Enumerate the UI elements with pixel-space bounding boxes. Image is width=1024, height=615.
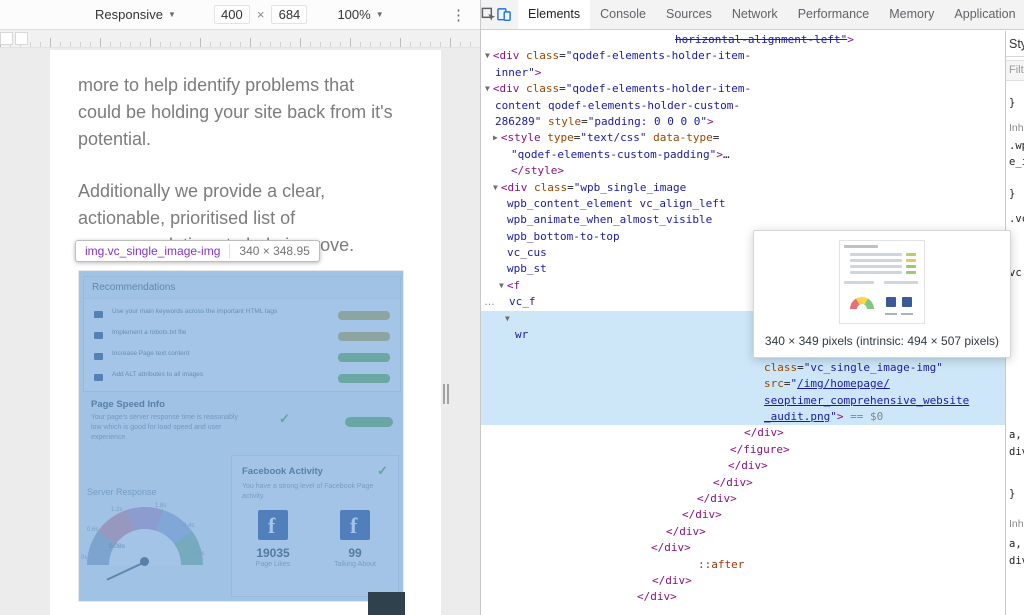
zoom-select[interactable]: 100% ▼ bbox=[337, 7, 383, 22]
elements-tree-line[interactable]: </div> bbox=[481, 589, 1005, 605]
elements-tree-line[interactable]: </div> bbox=[481, 507, 1005, 523]
image-preview-popup: 340 × 349 pixels (intrinsic: 494 × 507 p… bbox=[753, 230, 1011, 358]
elements-tree-line[interactable]: </div> bbox=[481, 425, 1005, 441]
horizontal-ruler bbox=[0, 30, 480, 48]
page-dark-block bbox=[368, 592, 405, 615]
inspect-element-icon[interactable] bbox=[481, 0, 496, 29]
styles-rule-fragment: .vc bbox=[1009, 213, 1024, 225]
styles-rule-fragment: a, bbox=[1009, 429, 1022, 441]
elements-tree-line[interactable]: </div> bbox=[481, 458, 1005, 474]
devtools-panel: ElementsConsoleSourcesNetworkPerformance… bbox=[480, 0, 1024, 615]
viewport-height-input[interactable]: 684 bbox=[271, 5, 307, 24]
elements-tree-line[interactable]: </div> bbox=[481, 540, 1005, 556]
ruler-corner bbox=[15, 32, 28, 45]
elements-tree-line[interactable]: content qodef-elements-holder-custom- bbox=[481, 98, 1005, 114]
elements-tree-line[interactable]: "qodef-elements-custom-padding">… bbox=[481, 147, 1005, 163]
elements-tree-line[interactable]: class="vc_single_image-img" bbox=[481, 360, 1005, 376]
styles-rule-fragment: } bbox=[1009, 188, 1015, 200]
styles-rule-fragment: a, bbox=[1009, 538, 1022, 550]
viewport-width-input[interactable]: 400 bbox=[214, 5, 250, 24]
elements-tree-line[interactable]: </div> bbox=[481, 524, 1005, 540]
devtools-tab-bar: ElementsConsoleSourcesNetworkPerformance… bbox=[481, 0, 1024, 30]
elements-tree-line[interactable]: </div> bbox=[481, 491, 1005, 507]
devtools-tab-elements[interactable]: Elements bbox=[518, 0, 590, 29]
ruler-corner bbox=[0, 32, 13, 45]
styles-rule-fragment: div bbox=[1009, 446, 1024, 458]
elements-tree-line[interactable]: wpb_content_element vc_align_left bbox=[481, 196, 1005, 212]
elements-tree-line[interactable]: _audit.png"> == $0 bbox=[481, 409, 1005, 425]
elements-tree-line[interactable]: </div> bbox=[481, 573, 1005, 589]
elements-tree-line[interactable]: ▶<style type="text/css" data-type= bbox=[481, 130, 1005, 146]
viewport-dimensions: 400 × 684 bbox=[214, 5, 308, 24]
image-preview-caption: 340 × 349 pixels (intrinsic: 494 × 507 p… bbox=[754, 334, 1010, 348]
device-toolbar-icon[interactable] bbox=[496, 0, 512, 29]
elements-tree-line[interactable]: </figure> bbox=[481, 442, 1005, 458]
elements-tree-line[interactable]: </style> bbox=[481, 163, 1005, 179]
element-highlight-overlay bbox=[79, 271, 403, 601]
devtools-tab-memory[interactable]: Memory bbox=[879, 0, 944, 29]
device-mode-pane: Responsive ▼ 400 × 684 100% ▼ ⋮ more to … bbox=[0, 0, 480, 615]
dimension-separator: × bbox=[257, 7, 265, 22]
elements-tree-line[interactable]: ▼<div class="wpb_single_image bbox=[481, 180, 1005, 196]
facebook-logo-icon bbox=[902, 297, 912, 307]
elements-tree-line[interactable]: 286289" style="padding: 0 0 0 0"> bbox=[481, 114, 1005, 130]
device-type-label: Responsive bbox=[95, 7, 163, 22]
styles-filter-input[interactable]: Filt bbox=[1006, 60, 1024, 81]
elements-tree-line[interactable]: ::after bbox=[481, 557, 1005, 573]
inspected-image[interactable]: Recommendations Use your main keywords a… bbox=[78, 270, 404, 602]
elements-tree-line[interactable]: inner"> bbox=[481, 65, 1005, 81]
image-preview-thumbnail bbox=[839, 240, 925, 324]
devtools-tab-application[interactable]: Application bbox=[944, 0, 1024, 29]
elements-tree-line[interactable]: ▼<div class="qodef-elements-holder-item- bbox=[481, 48, 1005, 64]
chevron-down-icon: ▼ bbox=[376, 10, 384, 19]
facebook-logo-icon bbox=[886, 297, 896, 307]
styles-rule-fragment: e_i bbox=[1009, 156, 1024, 168]
selected-node-gutter-dots[interactable]: … bbox=[484, 296, 495, 308]
device-toolbar: Responsive ▼ 400 × 684 100% ▼ ⋮ bbox=[0, 0, 480, 30]
elements-tree-line[interactable]: src="/img/homepage/ bbox=[481, 376, 1005, 392]
chevron-down-icon: ▼ bbox=[168, 10, 176, 19]
mini-gauge bbox=[850, 297, 874, 309]
styles-rule-fragment: } bbox=[1009, 488, 1015, 500]
devtools-tabs: ElementsConsoleSourcesNetworkPerformance… bbox=[518, 0, 1024, 29]
styles-tab[interactable]: Sty bbox=[1009, 37, 1024, 51]
more-options-icon[interactable]: ⋮ bbox=[451, 6, 466, 24]
inspect-overlay-tooltip: img.vc_single_image-img 340 × 348.95 bbox=[75, 240, 320, 262]
devtools-tab-sources[interactable]: Sources bbox=[656, 0, 722, 29]
page-paragraph: more to help identify problems thatcould… bbox=[78, 72, 434, 153]
styles-rule-fragment: } bbox=[1009, 97, 1015, 109]
tooltip-dimensions: 340 × 348.95 bbox=[229, 244, 309, 258]
zoom-level: 100% bbox=[337, 7, 370, 22]
styles-rule-fragment: Inh bbox=[1009, 518, 1024, 530]
device-type-select[interactable]: Responsive ▼ bbox=[95, 7, 176, 22]
devtools-tab-network[interactable]: Network bbox=[722, 0, 788, 29]
tooltip-selector: img.vc_single_image-img bbox=[85, 244, 220, 258]
elements-tree-line[interactable]: seoptimer_comprehensive_website bbox=[481, 393, 1005, 409]
device-viewport-page: more to help identify problems thatcould… bbox=[50, 50, 441, 615]
elements-tree-line[interactable]: ▼<div class="qodef-elements-holder-item- bbox=[481, 81, 1005, 97]
styles-rule-fragment: Inh bbox=[1009, 122, 1024, 134]
styles-rule-fragment: .wp bbox=[1009, 140, 1024, 152]
devtools-tab-performance[interactable]: Performance bbox=[788, 0, 880, 29]
elements-tree-line[interactable]: </div> bbox=[481, 475, 1005, 491]
styles-rule-fragment: div bbox=[1009, 555, 1024, 567]
devtools-tab-console[interactable]: Console bbox=[590, 0, 656, 29]
elements-tree-line[interactable]: wpb_animate_when_almost_visible bbox=[481, 212, 1005, 228]
elements-tree-line[interactable]: horizontal-alignment-left"> bbox=[481, 32, 1005, 48]
viewport-resize-handle[interactable] bbox=[443, 384, 449, 404]
